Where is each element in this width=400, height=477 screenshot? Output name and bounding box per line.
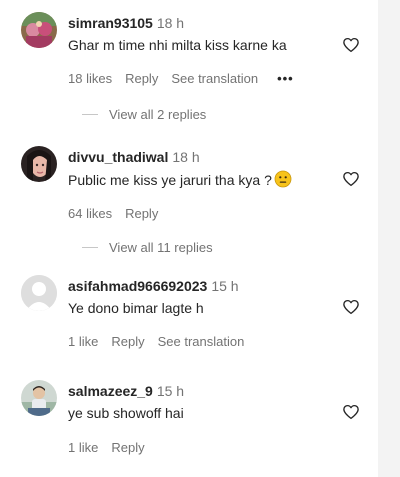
view-replies-button[interactable]: View all 11 replies xyxy=(82,240,213,255)
more-options-icon[interactable]: ••• xyxy=(277,71,294,87)
avatar[interactable] xyxy=(21,275,57,311)
comment-text: Public me kiss ye jaruri tha kya ? xyxy=(68,170,378,189)
heart-icon[interactable] xyxy=(342,36,360,54)
avatar[interactable] xyxy=(21,380,57,416)
reply-button[interactable]: Reply xyxy=(111,440,144,456)
likes-count[interactable]: 1 like xyxy=(68,334,98,350)
comment-time[interactable]: 18 h xyxy=(172,149,199,165)
comment-text: Ghar m time nhi milta kiss karne ka xyxy=(68,37,287,53)
neutral-face-emoji-icon xyxy=(274,170,292,188)
likes-count[interactable]: 1 like xyxy=(68,440,98,456)
heart-icon[interactable] xyxy=(342,298,360,316)
reply-button[interactable]: Reply xyxy=(125,71,158,87)
see-translation-button[interactable]: See translation xyxy=(158,334,245,350)
view-replies-label[interactable]: View all 2 replies xyxy=(109,107,206,122)
comment-item: simran93105 18 h Ghar m time nhi milta ki… xyxy=(0,12,378,122)
replies-divider xyxy=(82,114,98,115)
heart-icon[interactable] xyxy=(342,403,360,421)
comment-time[interactable]: 15 h xyxy=(157,383,184,399)
scrollbar-track[interactable] xyxy=(378,0,400,477)
username[interactable]: divvu_thadiwal xyxy=(68,149,168,165)
see-translation-button[interactable]: See translation xyxy=(171,71,258,87)
likes-count[interactable]: 64 likes xyxy=(68,206,112,222)
username[interactable]: asifahmad966692023 xyxy=(68,278,207,294)
comment-text: Ye dono bimar lagte h xyxy=(68,300,204,316)
likes-count[interactable]: 18 likes xyxy=(68,71,112,87)
avatar[interactable] xyxy=(21,146,57,182)
view-replies-label[interactable]: View all 11 replies xyxy=(109,240,213,255)
comment-item: salmazeez_9 15 h ye sub showoff hai 1 lik… xyxy=(0,380,378,460)
reply-button[interactable]: Reply xyxy=(125,206,158,222)
username[interactable]: simran93105 xyxy=(68,15,153,31)
comment-item: divvu_thadiwal 18 h Public me kiss ye jar… xyxy=(0,146,378,236)
username[interactable]: salmazeez_9 xyxy=(68,383,153,399)
view-replies-button[interactable]: View all 2 replies xyxy=(82,107,206,122)
comment-time[interactable]: 15 h xyxy=(211,278,238,294)
comment-time[interactable]: 18 h xyxy=(157,15,184,31)
comment-item: asifahmad966692023 15 h Ye dono bimar lag… xyxy=(0,275,378,355)
reply-button[interactable]: Reply xyxy=(111,334,144,350)
comment-text: ye sub showoff hai xyxy=(68,405,184,421)
heart-icon[interactable] xyxy=(342,170,360,188)
comment-text-content: Public me kiss ye jaruri tha kya ? xyxy=(68,172,272,188)
replies-divider xyxy=(82,247,98,248)
avatar[interactable] xyxy=(21,12,57,48)
